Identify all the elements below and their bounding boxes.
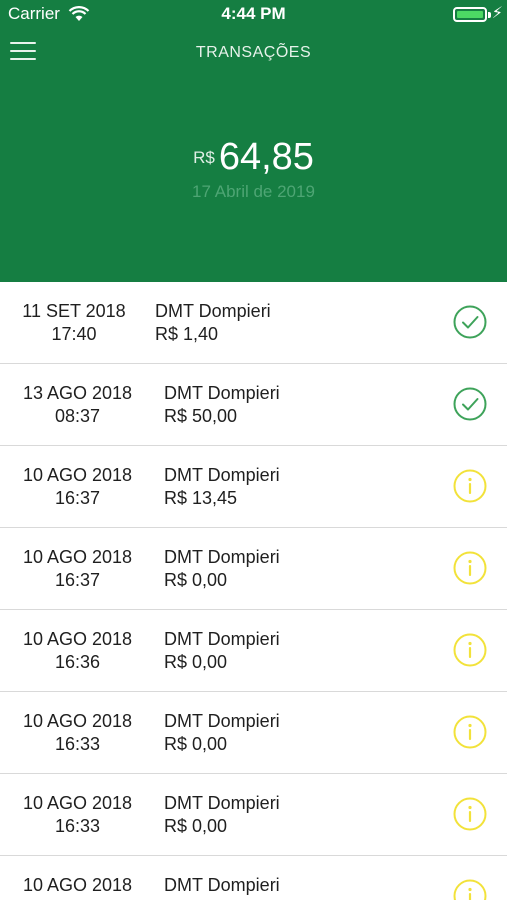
transaction-merchant: DMT Dompieri xyxy=(164,793,280,813)
transaction-date: 10 AGO 2018 xyxy=(22,465,133,485)
transaction-info: DMT Dompieri R$ 1,40 xyxy=(155,300,271,346)
transaction-row[interactable]: 10 AGO 2018 16:36 DMT Dompieri R$ 0,00 xyxy=(0,610,507,692)
balance-amount: 64,85 xyxy=(218,136,314,178)
transaction-amount: R$ 13,45 xyxy=(164,488,238,508)
transaction-row[interactable]: 10 AGO 2018 DMT Dompieri xyxy=(0,856,507,900)
transaction-date: 10 AGO 2018 xyxy=(22,547,133,567)
balance-date: 17 Abril de 2019 xyxy=(192,182,315,201)
transaction-amount: R$ 50,00 xyxy=(164,406,238,426)
transaction-info: DMT Dompieri xyxy=(164,874,280,897)
transaction-merchant: DMT Dompieri xyxy=(164,711,280,731)
transaction-time: 16:33 xyxy=(54,816,101,836)
info-circle-icon xyxy=(453,715,487,749)
check-circle-icon xyxy=(453,387,487,421)
transaction-row[interactable]: 10 AGO 2018 16:37 DMT Dompieri R$ 13,45 xyxy=(0,446,507,528)
info-circle-icon xyxy=(453,879,487,900)
transaction-date: 10 AGO 2018 xyxy=(22,875,133,895)
info-circle-icon xyxy=(453,469,487,503)
transaction-time: 16:37 xyxy=(54,570,101,590)
transaction-merchant: DMT Dompieri xyxy=(164,629,280,649)
check-circle-icon xyxy=(453,305,487,339)
transaction-amount: R$ 0,00 xyxy=(164,734,228,754)
transaction-time: 16:33 xyxy=(54,734,101,754)
info-circle-icon xyxy=(453,551,487,585)
transaction-info: DMT Dompieri R$ 0,00 xyxy=(164,628,280,674)
transaction-row[interactable]: 10 AGO 2018 16:33 DMT Dompieri R$ 0,00 xyxy=(0,692,507,774)
transaction-merchant: DMT Dompieri xyxy=(155,301,271,321)
transaction-row[interactable]: 10 AGO 2018 16:33 DMT Dompieri R$ 0,00 xyxy=(0,774,507,856)
transaction-row[interactable]: 11 SET 2018 17:40 DMT Dompieri R$ 1,40 xyxy=(0,282,507,364)
info-circle-icon xyxy=(453,633,487,667)
transaction-row[interactable]: 13 AGO 2018 08:37 DMT Dompieri R$ 50,00 xyxy=(0,364,507,446)
clock: 4:44 PM xyxy=(221,4,286,23)
transaction-time: 08:37 xyxy=(54,406,101,426)
transaction-merchant: DMT Dompieri xyxy=(164,875,280,895)
transaction-amount: R$ 1,40 xyxy=(155,324,219,344)
transaction-amount: R$ 0,00 xyxy=(164,816,228,836)
transaction-date: 10 AGO 2018 xyxy=(22,793,133,813)
transaction-date: 13 AGO 2018 xyxy=(22,383,133,403)
transaction-amount: R$ 0,00 xyxy=(164,652,228,672)
transaction-time: 16:37 xyxy=(54,488,101,508)
balance-currency: R$ xyxy=(193,148,215,167)
transaction-datetime: 10 AGO 2018 16:33 xyxy=(0,792,155,838)
header: Carrier 4:44 PM ⚡ TRANSAÇÕES R$ 64,85 17 … xyxy=(0,0,507,282)
transaction-datetime: 10 AGO 2018 16:33 xyxy=(0,710,155,756)
transaction-row[interactable]: 10 AGO 2018 16:37 DMT Dompieri R$ 0,00 xyxy=(0,528,507,610)
balance-display: R$ 64,85 xyxy=(0,136,507,179)
transaction-info: DMT Dompieri R$ 0,00 xyxy=(164,792,280,838)
transaction-amount: R$ 0,00 xyxy=(164,570,228,590)
transaction-date: 10 AGO 2018 xyxy=(22,629,133,649)
transaction-date: 11 SET 2018 xyxy=(22,301,126,321)
transaction-time: 16:36 xyxy=(54,652,101,672)
transaction-datetime: 13 AGO 2018 08:37 xyxy=(0,382,155,428)
info-circle-icon xyxy=(453,797,487,831)
status-bar: Carrier 4:44 PM ⚡ xyxy=(0,0,507,28)
transaction-datetime: 10 AGO 2018 16:36 xyxy=(0,628,155,674)
transaction-datetime: 10 AGO 2018 16:37 xyxy=(0,464,155,510)
battery-tip xyxy=(488,12,491,18)
transaction-merchant: DMT Dompieri xyxy=(164,465,280,485)
transaction-date: 10 AGO 2018 xyxy=(22,711,133,731)
transaction-info: DMT Dompieri R$ 13,45 xyxy=(164,464,280,510)
transaction-list: 11 SET 2018 17:40 DMT Dompieri R$ 1,40 13 AG… xyxy=(0,282,507,900)
charging-bolt-icon: ⚡ xyxy=(491,5,503,22)
transaction-info: DMT Dompieri R$ 0,00 xyxy=(164,546,280,592)
transaction-merchant: DMT Dompieri xyxy=(164,547,280,567)
transaction-datetime: 10 AGO 2018 xyxy=(0,874,155,897)
transaction-info: DMT Dompieri R$ 0,00 xyxy=(164,710,280,756)
battery-icon xyxy=(453,7,487,22)
transaction-datetime: 11 SET 2018 17:40 xyxy=(0,300,148,346)
page-title: TRANSAÇÕES xyxy=(195,44,312,61)
transaction-datetime: 10 AGO 2018 16:37 xyxy=(0,546,155,592)
transaction-time: 17:40 xyxy=(51,324,97,344)
transaction-merchant: DMT Dompieri xyxy=(164,383,280,403)
transaction-info: DMT Dompieri R$ 50,00 xyxy=(164,382,280,428)
